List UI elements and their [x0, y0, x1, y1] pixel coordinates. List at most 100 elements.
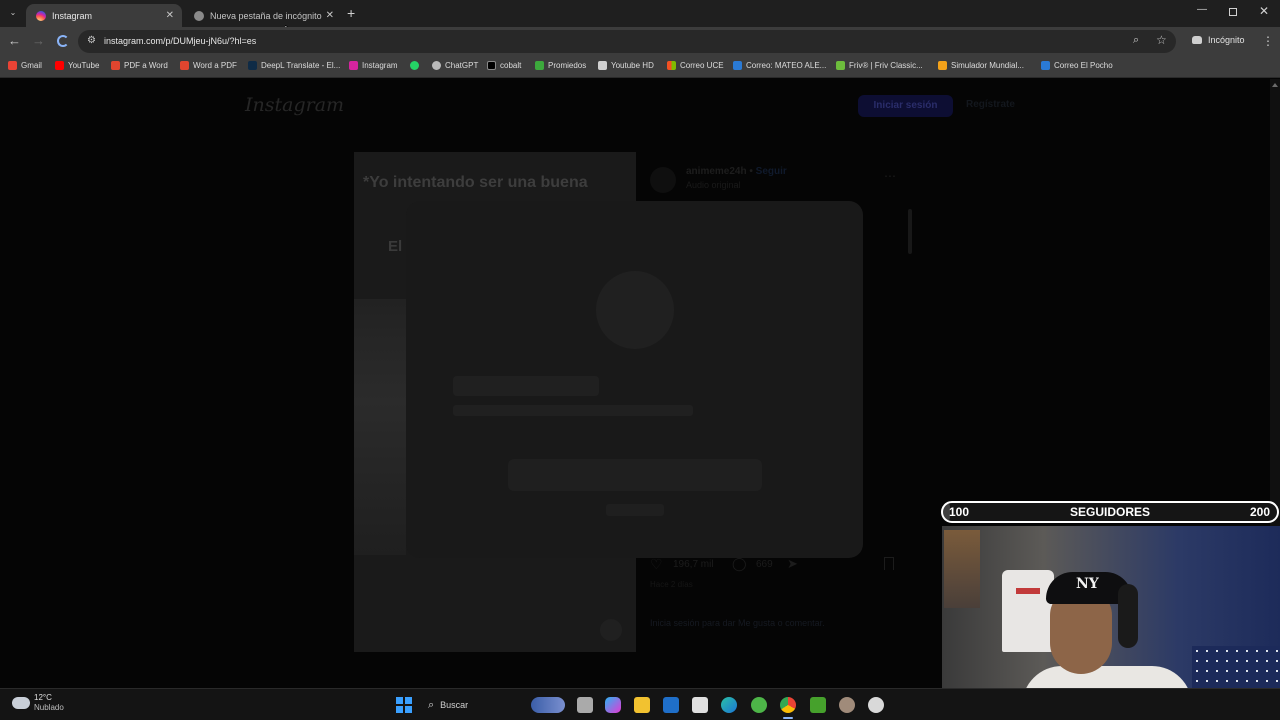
- youtube-icon: [55, 61, 64, 70]
- gmail-icon: [8, 61, 17, 70]
- app-notification-icon[interactable]: [868, 697, 884, 713]
- whatsapp-icon: [410, 61, 419, 70]
- bookmark-promiedos[interactable]: Promiedos: [535, 61, 586, 70]
- youtube-hd-icon: [598, 61, 607, 70]
- bookmark-chatgpt[interactable]: ChatGPT: [432, 61, 478, 70]
- bookmark-cobalt[interactable]: cobalt: [487, 61, 521, 70]
- site-info-icon[interactable]: ⚙: [87, 35, 96, 46]
- media-caption-partial: El: [388, 238, 403, 255]
- jersey-on-wall: [1002, 570, 1054, 652]
- share-icon[interactable]: ➤: [787, 556, 798, 572]
- tab-instagram[interactable]: Instagram ✕: [26, 4, 182, 27]
- tab-title: Instagram: [52, 10, 93, 21]
- text-placeholder-line: [453, 376, 599, 396]
- bookmark-gmail[interactable]: Gmail: [8, 61, 42, 70]
- bookmark-instagram[interactable]: Instagram: [349, 61, 398, 70]
- loading-modal: [406, 201, 863, 558]
- avatar-placeholder: [596, 271, 674, 349]
- bookmark-deepl[interactable]: DeepL Translate - El...: [248, 61, 340, 70]
- login-button[interactable]: Iniciar sesión: [858, 95, 953, 117]
- close-window-button[interactable]: ✕: [1259, 4, 1269, 18]
- tab-strip: ⌄ Instagram ✕ Nueva pestaña de incógnito…: [0, 0, 1280, 39]
- tab-list-button[interactable]: ⌄: [6, 6, 20, 20]
- signup-link[interactable]: Regístrate: [966, 99, 1015, 110]
- bookmark-word-a-pdf[interactable]: Word a PDF: [180, 61, 237, 70]
- like-icon[interactable]: ♡: [650, 556, 663, 573]
- bookmark-youtube-hd[interactable]: Youtube HD: [598, 61, 654, 70]
- minimize-button[interactable]: —: [1197, 4, 1207, 15]
- incognito-indicator[interactable]: Incógnito: [1192, 35, 1245, 45]
- cobalt-icon: [487, 61, 496, 70]
- bookmark-correo-uce[interactable]: Correo UCE: [667, 61, 724, 70]
- restore-button[interactable]: [1229, 8, 1237, 16]
- file-explorer-icon[interactable]: [634, 697, 650, 713]
- chrome-active-indicator: [783, 717, 793, 719]
- instagram-logo[interactable]: Instagram: [245, 94, 344, 116]
- comment-icon[interactable]: ◯: [732, 556, 747, 572]
- app-avatar-icon[interactable]: [839, 697, 855, 713]
- edge-icon[interactable]: [721, 697, 737, 713]
- text-placeholder-line: [453, 405, 693, 416]
- new-tab-button[interactable]: +: [347, 6, 355, 20]
- microsoft-icon: [667, 61, 676, 70]
- outlook-icon: [1041, 61, 1050, 70]
- taskbar-search-label: Buscar: [440, 700, 469, 710]
- address-bar[interactable]: ⚙ instagram.com/p/DUMjeu-jN6u/?hl=es ⌕ ☆: [78, 30, 1176, 53]
- minecraft-icon[interactable]: [810, 697, 826, 713]
- friv-icon: [836, 61, 845, 70]
- post-scroll-track: [908, 209, 912, 254]
- bookmark-correo-el-pocho[interactable]: Correo El Pocho: [1041, 61, 1113, 70]
- search-icon: ⌕: [428, 698, 435, 711]
- follow-link[interactable]: Seguir: [756, 166, 787, 177]
- start-button[interactable]: [396, 697, 412, 713]
- weather-widget[interactable]: 12°C Nublado: [12, 693, 64, 713]
- bookmark-youtube[interactable]: YouTube: [55, 61, 99, 70]
- utorrent-icon[interactable]: [751, 697, 767, 713]
- save-bookmark-icon[interactable]: [884, 557, 894, 570]
- bookmarks-bar: Gmail YouTube PDF a Word Word a PDF Deep…: [0, 56, 1280, 78]
- deepl-icon: [248, 61, 257, 70]
- close-tab-icon[interactable]: ✕: [326, 10, 334, 21]
- chrome-icon[interactable]: [780, 697, 796, 713]
- post-username[interactable]: animeme24h • Seguir: [686, 166, 787, 177]
- copilot-icon[interactable]: [605, 697, 621, 713]
- url-text[interactable]: instagram.com/p/DUMjeu-jN6u/?hl=es: [104, 36, 256, 46]
- bookmark-star-icon[interactable]: ☆: [1156, 33, 1167, 47]
- bookmark-friv[interactable]: Friv® | Friv Classic...: [836, 61, 923, 70]
- bookmark-whatsapp[interactable]: [410, 61, 423, 70]
- bookmark-correo-mateo[interactable]: Correo: MATEO ALE...: [733, 61, 826, 70]
- incognito-icon: [194, 10, 204, 21]
- login-prompt[interactable]: Inicia sesión para dar Me gusta o coment…: [650, 616, 870, 630]
- post-options-icon[interactable]: ⋯: [884, 169, 896, 183]
- pdf-icon: [111, 61, 120, 70]
- cloud-icon: [12, 697, 30, 709]
- post-avatar[interactable]: [650, 167, 676, 193]
- followers-label: SEGUIDORES: [1070, 505, 1151, 519]
- chatgpt-icon: [432, 61, 441, 70]
- scroll-up-arrow[interactable]: [1272, 83, 1278, 87]
- link-placeholder: [606, 504, 664, 516]
- tab-incognito[interactable]: Nueva pestaña de incógnito ✕: [184, 4, 342, 27]
- stop-loading-icon[interactable]: [57, 35, 69, 47]
- incognito-icon: [1192, 36, 1202, 44]
- weather-temp: 12°C: [34, 693, 52, 702]
- bookmark-pdf-a-word[interactable]: PDF a Word: [111, 61, 168, 70]
- zoom-icon[interactable]: ⌕: [1133, 34, 1139, 47]
- outlook-icon[interactable]: [663, 697, 679, 713]
- pdf-icon: [180, 61, 189, 70]
- search-highlight-icon: [531, 697, 565, 713]
- likes-count: 196,7 mil: [673, 559, 714, 570]
- bookmark-simulador[interactable]: Simulador Mundial...: [938, 61, 1024, 70]
- menu-kebab-icon[interactable]: ⋮: [1262, 34, 1274, 48]
- button-placeholder: [508, 459, 762, 491]
- close-tab-icon[interactable]: ✕: [166, 10, 174, 21]
- taskbar-search[interactable]: ⌕ Buscar: [424, 695, 566, 715]
- mute-icon[interactable]: [600, 619, 622, 641]
- post-audio[interactable]: Audio original: [686, 180, 741, 190]
- browser-toolbar: ← → ⚙ instagram.com/p/DUMjeu-jN6u/?hl=es…: [0, 27, 1280, 56]
- instagram-icon: [349, 61, 358, 70]
- back-button[interactable]: ←: [8, 33, 21, 48]
- microsoft-store-icon[interactable]: [692, 697, 708, 713]
- task-view-icon[interactable]: [577, 697, 593, 713]
- forward-button[interactable]: →: [32, 33, 45, 48]
